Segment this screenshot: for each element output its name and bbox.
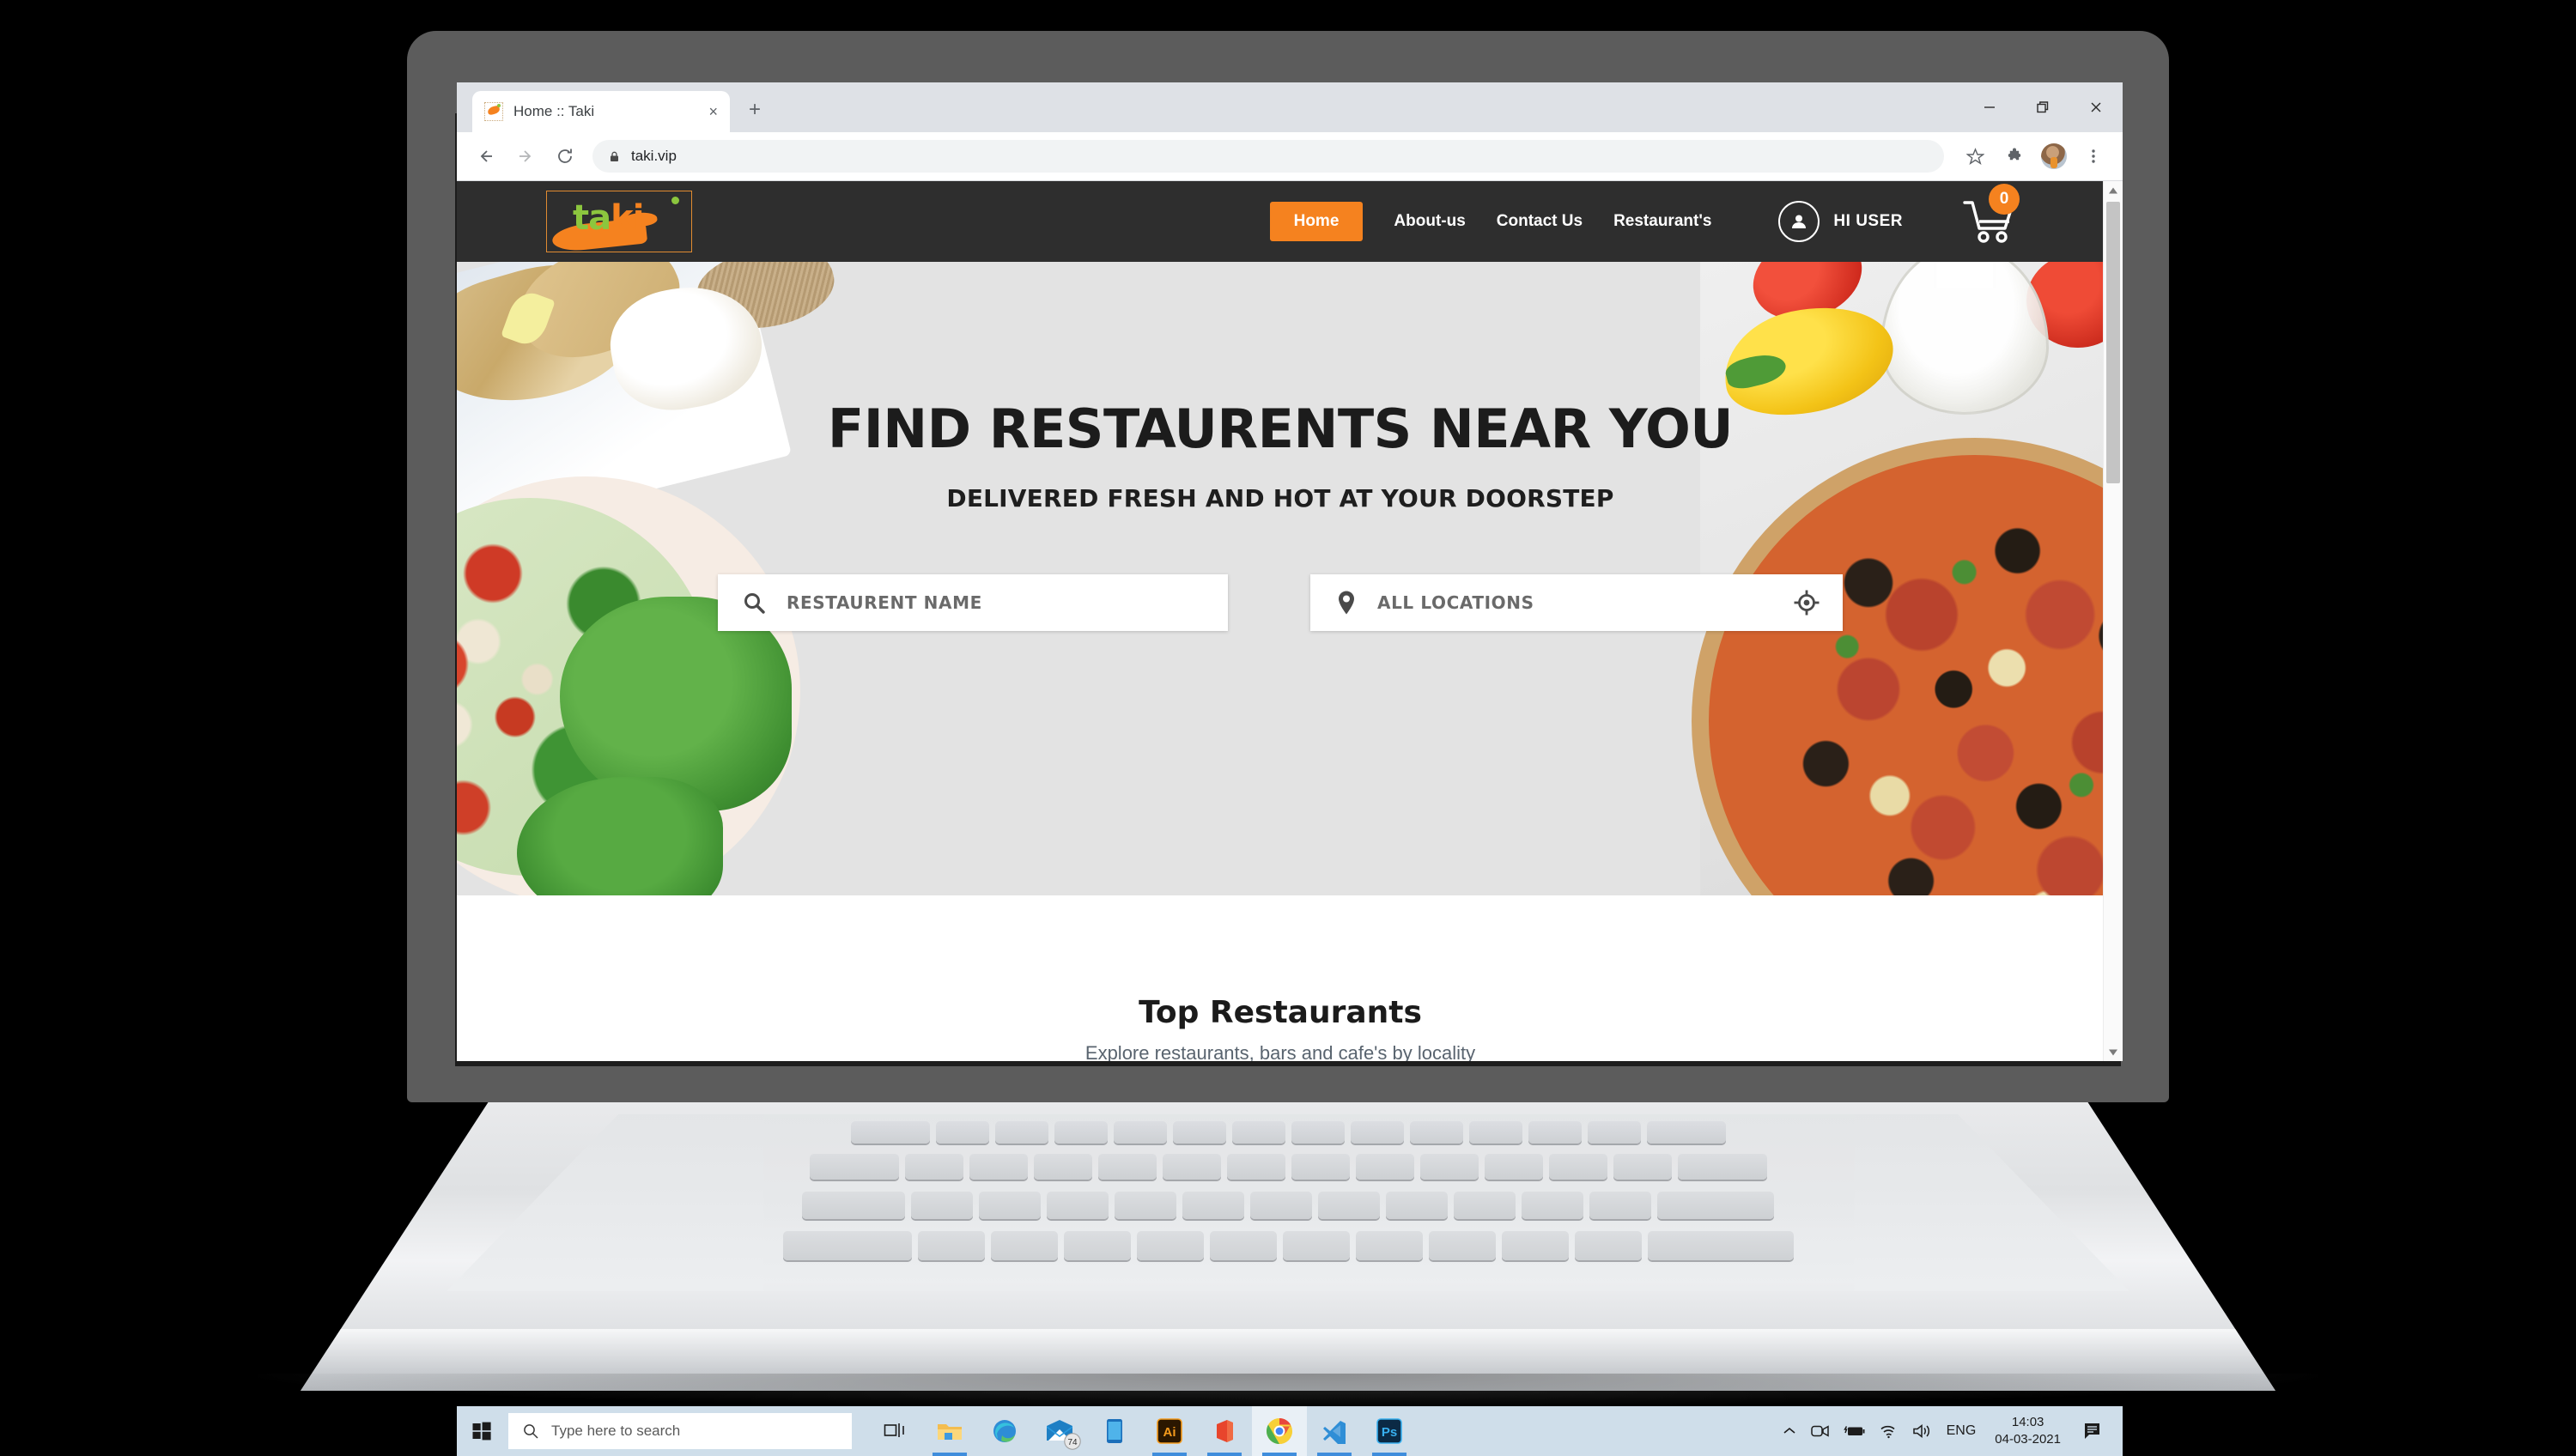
taskbar-apps: 74 Ai Ps bbox=[867, 1406, 1417, 1456]
taskbar-app-mail[interactable]: 74 bbox=[1032, 1406, 1087, 1456]
crosshair-icon[interactable] bbox=[1793, 589, 1820, 616]
svg-text:Ps: Ps bbox=[1382, 1425, 1397, 1440]
restore-button[interactable] bbox=[2016, 82, 2069, 132]
cart-button[interactable]: 0 bbox=[1963, 184, 2020, 246]
hero-heading: FIND RESTAURENTS NEAR YOU bbox=[827, 397, 1734, 460]
lock-icon bbox=[608, 150, 621, 163]
cart-count-badge: 0 bbox=[1989, 184, 2020, 215]
tray-camera-icon[interactable] bbox=[1810, 1423, 1830, 1439]
url-text: taki.vip bbox=[631, 148, 677, 164]
hero-subheading: DELIVERED FRESH AND HOT AT YOUR DOORSTEP bbox=[946, 484, 1614, 513]
taskbar-app-microsoft-office[interactable] bbox=[1197, 1406, 1252, 1456]
keyboard-rows bbox=[447, 1114, 2129, 1291]
hero-section: FIND RESTAURENTS NEAR YOU DELIVERED FRES… bbox=[457, 262, 2104, 895]
close-tab-icon[interactable]: × bbox=[708, 104, 718, 119]
nav-item-contact-us[interactable]: Contact Us bbox=[1497, 212, 1583, 231]
tray-wifi-icon[interactable] bbox=[1880, 1423, 1899, 1439]
taskbar-search-icon bbox=[522, 1423, 539, 1440]
taskbar-clock[interactable]: 14:03 04-03-2021 bbox=[1990, 1414, 2066, 1449]
site-header: taki Home About-us Contact Us Restaurant… bbox=[457, 181, 2104, 262]
laptop-keyboard bbox=[447, 1114, 2129, 1291]
windows-start-icon[interactable] bbox=[457, 1421, 507, 1441]
taskbar-app-file-explorer[interactable] bbox=[922, 1406, 977, 1456]
taskbar-app-task-view[interactable] bbox=[867, 1406, 922, 1456]
top-restaurants-section: Top Restaurants Explore restaurants, bar… bbox=[457, 895, 2104, 1061]
minimize-button[interactable] bbox=[1963, 82, 2016, 132]
hero-content: FIND RESTAURENTS NEAR YOU DELIVERED FRES… bbox=[457, 262, 2104, 631]
scroll-up-icon[interactable] bbox=[2104, 181, 2123, 200]
close-window-button[interactable] bbox=[2069, 82, 2123, 132]
clock-date: 04-03-2021 bbox=[1995, 1432, 2061, 1447]
back-icon[interactable] bbox=[469, 139, 503, 173]
profile-avatar[interactable] bbox=[2037, 139, 2071, 173]
taskbar-app-adobe-illustrator[interactable]: Ai bbox=[1142, 1406, 1197, 1456]
logo-text-green: ta bbox=[573, 198, 611, 238]
tray-battery-charging-icon[interactable] bbox=[1843, 1424, 1866, 1438]
bookmark-star-icon[interactable] bbox=[1958, 139, 1992, 173]
page-viewport: taki Home About-us Contact Us Restaurant… bbox=[457, 181, 2123, 1061]
taskbar-app-google-chrome[interactable] bbox=[1252, 1406, 1307, 1456]
extensions-puzzle-icon[interactable] bbox=[1997, 139, 2032, 173]
scroll-down-icon[interactable] bbox=[2104, 1043, 2123, 1061]
user-account[interactable]: HI USER bbox=[1778, 201, 1903, 242]
hero-search-row: RESTAURENT NAME ALL LOCATIONS bbox=[457, 574, 2104, 631]
location-search-placeholder: ALL LOCATIONS bbox=[1377, 592, 1534, 613]
taskbar-search-placeholder: Type here to search bbox=[551, 1423, 681, 1439]
tray-volume-icon[interactable] bbox=[1912, 1423, 1933, 1439]
taskbar-app-visual-studio-code[interactable] bbox=[1307, 1406, 1362, 1456]
nav-item-home[interactable]: Home bbox=[1269, 202, 1364, 241]
tray-chevron-up-icon[interactable] bbox=[1782, 1425, 1797, 1437]
address-bar[interactable]: taki.vip bbox=[592, 140, 1944, 173]
system-tray: ENG 14:03 04-03-2021 bbox=[1782, 1414, 2123, 1449]
reload-icon[interactable] bbox=[548, 139, 582, 173]
page-scrollbar[interactable] bbox=[2103, 181, 2123, 1061]
user-circle-icon bbox=[1778, 201, 1820, 242]
laptop-shadow bbox=[258, 1374, 2318, 1408]
restaurant-search-placeholder: RESTAURENT NAME bbox=[787, 592, 982, 613]
browser-window: Home :: Taki × + taki.vip taki Home Abou… bbox=[457, 82, 2123, 1061]
user-greeting: HI USER bbox=[1833, 212, 1903, 230]
section-title: Top Restaurants bbox=[1139, 995, 1422, 1030]
tray-language[interactable]: ENG bbox=[1947, 1423, 1977, 1439]
site-logo[interactable]: taki bbox=[546, 191, 692, 253]
logo-text-orange: ki bbox=[611, 198, 644, 238]
site-content: taki Home About-us Contact Us Restaurant… bbox=[457, 181, 2104, 1061]
browser-tab[interactable]: Home :: Taki × bbox=[472, 91, 730, 132]
forward-icon[interactable] bbox=[508, 139, 543, 173]
taki-favicon-icon bbox=[484, 102, 503, 121]
taskbar-app-adobe-photoshop[interactable]: Ps bbox=[1362, 1406, 1417, 1456]
taskbar-app-microsoft-edge[interactable] bbox=[977, 1406, 1032, 1456]
taskbar-search-input[interactable]: Type here to search bbox=[508, 1413, 852, 1449]
restaurant-search-field[interactable]: RESTAURENT NAME bbox=[718, 574, 1228, 631]
section-subtitle: Explore restaurants, bars and cafe's by … bbox=[1084, 1042, 1476, 1061]
site-nav: Home About-us Contact Us Restaurant's HI… bbox=[1269, 184, 2104, 246]
browser-tabstrip: Home :: Taki × + bbox=[457, 82, 2123, 132]
screenshot-stage: Home :: Taki × + taki.vip taki Home Abou… bbox=[0, 0, 2576, 1456]
location-search-field[interactable]: ALL LOCATIONS bbox=[1310, 574, 1843, 631]
search-icon bbox=[742, 591, 766, 615]
browser-menu-icon[interactable] bbox=[2076, 139, 2111, 173]
taskbar-app-your-phone[interactable] bbox=[1087, 1406, 1142, 1456]
logo-dot-icon bbox=[671, 197, 679, 204]
svg-text:74: 74 bbox=[1067, 1438, 1078, 1447]
new-tab-button[interactable]: + bbox=[740, 98, 769, 122]
svg-text:Ai: Ai bbox=[1163, 1425, 1176, 1440]
windows-taskbar: Type here to search 74 Ai Ps ENG 14:03 0… bbox=[457, 1406, 2123, 1456]
scrollbar-thumb[interactable] bbox=[2106, 202, 2120, 483]
action-center-icon[interactable] bbox=[2080, 1422, 2114, 1441]
nav-item-restaurants[interactable]: Restaurant's bbox=[1613, 212, 1711, 231]
tab-title: Home :: Taki bbox=[513, 103, 595, 119]
browser-toolbar: taki.vip bbox=[457, 132, 2123, 181]
logo-wordmark: taki bbox=[573, 198, 644, 238]
nav-item-about-us[interactable]: About-us bbox=[1394, 212, 1465, 231]
map-pin-icon bbox=[1336, 590, 1357, 616]
clock-time: 14:03 bbox=[2011, 1414, 2044, 1429]
window-controls bbox=[1963, 82, 2123, 132]
